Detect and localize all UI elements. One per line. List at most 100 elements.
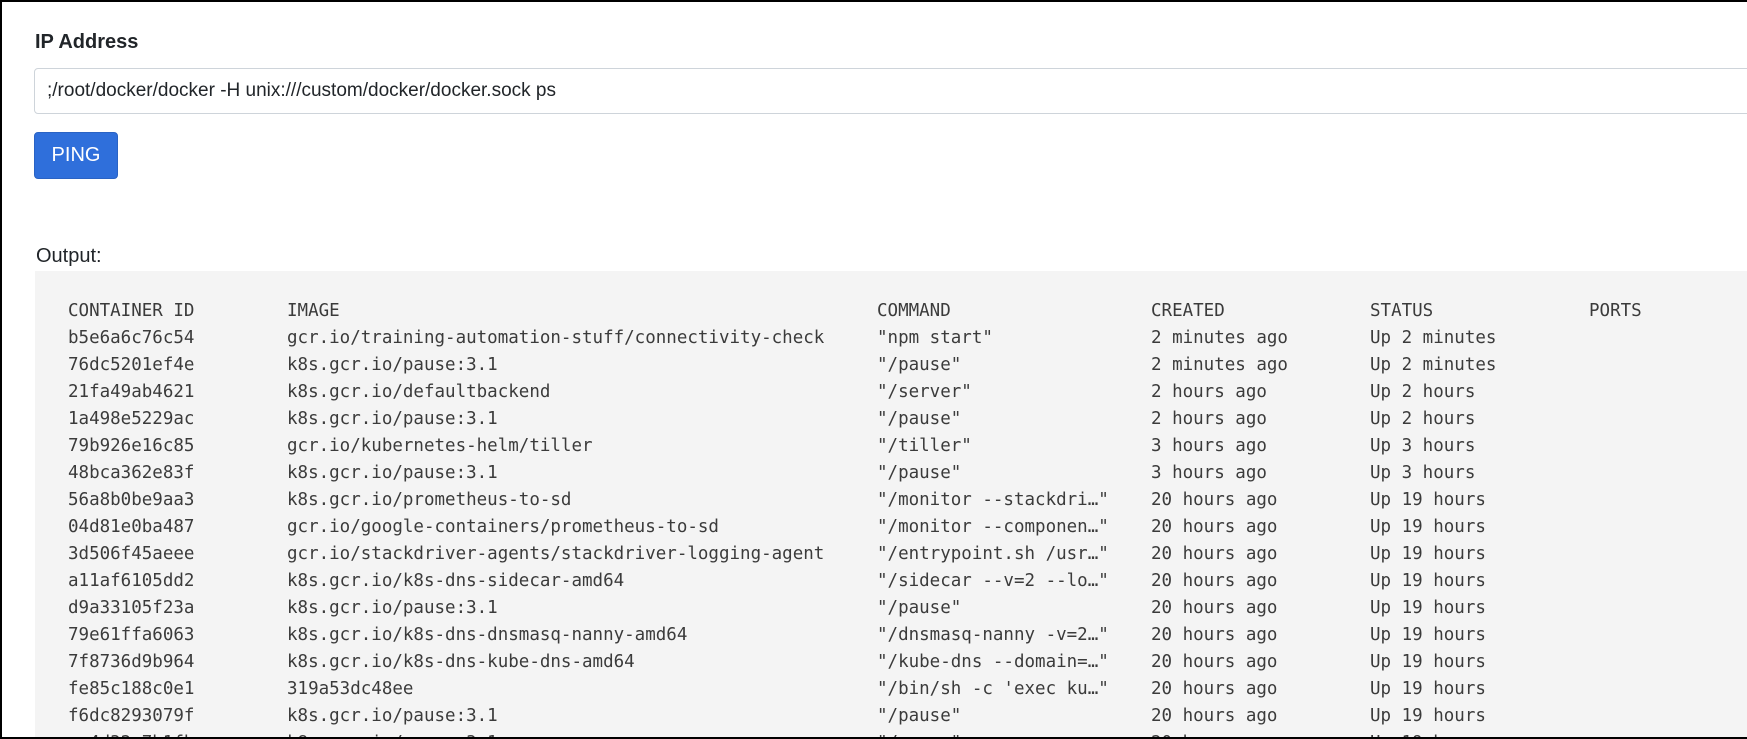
cell-container-id: a11af6105dd2: [68, 570, 195, 591]
cell-container-id: 3d506f45aeee: [68, 543, 195, 564]
column-header-container-id: CONTAINER ID: [68, 300, 195, 321]
cell-status: Up 2 minutes: [1370, 354, 1497, 375]
cell-container-id: 48bca362e83f: [68, 462, 195, 483]
cell-ports: [1589, 459, 1739, 486]
cell-created: 2 minutes ago: [1151, 354, 1288, 375]
cell-container-id: b5e6a6c76c54: [68, 327, 195, 348]
cell-ports: [1589, 648, 1739, 675]
cell-status: Up 19 hours: [1370, 729, 1589, 738]
cell-image: gcr.io/google-containers/prometheus-to-s…: [287, 516, 719, 537]
cell-image: k8s.gcr.io/pause:3.1: [287, 729, 877, 738]
cell-container-id: 04d81e0ba487: [68, 516, 195, 537]
cell-status: Up 19 hours: [1370, 624, 1486, 645]
cell-status: Up 3 hours: [1370, 435, 1476, 456]
cell-ports: [1589, 513, 1739, 540]
cell-image: k8s.gcr.io/pause:3.1: [287, 705, 498, 726]
cell-command: "/pause": [877, 354, 962, 375]
cell-command: "/server": [877, 381, 972, 402]
cell-ports: [1589, 675, 1739, 702]
cell-ports: [1589, 729, 1739, 737]
cell-created: 20 hours ago: [1151, 678, 1278, 699]
ip-address-label: IP Address: [35, 31, 139, 53]
cell-command: "/monitor --stackdri…": [877, 489, 1109, 510]
cell-status: Up 19 hours: [1370, 516, 1486, 537]
cell-command: "/dnsmasq-nanny -v=2…": [877, 624, 1109, 645]
column-header-command: COMMAND: [877, 300, 951, 321]
page-frame: IP Address PING Output: CONTAINER ID IMA…: [2, 2, 1747, 737]
cell-created: 3 hours ago: [1151, 462, 1267, 483]
cell-container-id: fe85c188c0e1: [68, 678, 195, 699]
cell-command: "/kube-dns --domain=…": [877, 651, 1109, 672]
cell-created: 2 minutes ago: [1151, 327, 1288, 348]
cell-created: 3 hours ago: [1151, 435, 1267, 456]
cell-created: 20 hours ago: [1151, 729, 1370, 738]
cell-created: 2 hours ago: [1151, 381, 1267, 402]
cell-command: "/pause": [877, 705, 962, 726]
cell-image: k8s.gcr.io/pause:3.1: [287, 408, 498, 429]
cell-created: 20 hours ago: [1151, 624, 1278, 645]
cell-created: 20 hours ago: [1151, 570, 1278, 591]
table-row: fe85c188c0e1 319a53dc48ee "/bin/sh -c 'exe…: [68, 675, 1739, 702]
cell-ports: [1589, 702, 1739, 729]
cell-status: Up 2 minutes: [1370, 327, 1497, 348]
cell-image: k8s.gcr.io/k8s-dns-dnsmasq-nanny-amd64: [287, 624, 688, 645]
cell-command: "/tiller": [877, 435, 972, 456]
cell-command: "/pause": [877, 462, 962, 483]
table-row: 3d506f45aeee gcr.io/stackdriver-agents/st…: [68, 540, 1739, 567]
table-row: 48bca362e83f k8s.gcr.io/pause:3.1 "/pause"…: [68, 459, 1739, 486]
cell-created: 20 hours ago: [1151, 597, 1278, 618]
cell-status: Up 19 hours: [1370, 570, 1486, 591]
cell-status: Up 19 hours: [1370, 597, 1486, 618]
cell-command: "/bin/sh -c 'exec ku…": [877, 678, 1109, 699]
cell-image: 319a53dc48ee: [287, 678, 414, 699]
cell-image: gcr.io/stackdriver-agents/stackdriver-lo…: [287, 543, 825, 564]
table-row: ce4d32c7b1fbk8s.gcr.io/pause:3.1"/pause"…: [68, 729, 1739, 738]
ip-address-input[interactable]: [34, 68, 1747, 114]
cell-container-id: ce4d32c7b1fb: [68, 729, 287, 738]
cell-ports: [1589, 621, 1739, 648]
cell-container-id: 7f8736d9b964: [68, 651, 195, 672]
cell-command: "/sidecar --v=2 --lo…": [877, 570, 1109, 591]
cell-image: k8s.gcr.io/prometheus-to-sd: [287, 489, 572, 510]
column-header-ports: PORTS: [1589, 300, 1642, 321]
cell-command: "/entrypoint.sh /usr…": [877, 543, 1109, 564]
table-row: 1a498e5229ac k8s.gcr.io/pause:3.1 "/pause"…: [68, 405, 1739, 432]
cell-ports: [1589, 378, 1739, 405]
cell-container-id: 1a498e5229ac: [68, 408, 195, 429]
ping-button[interactable]: PING: [34, 132, 118, 179]
ps-output-table: CONTAINER ID IMAGE COMMAND CREATED STATU…: [68, 297, 1739, 738]
cell-image: gcr.io/kubernetes-helm/tiller: [287, 435, 593, 456]
column-header-image: IMAGE: [287, 300, 340, 321]
cell-container-id: d9a33105f23a: [68, 597, 195, 618]
cell-ports: [1589, 594, 1739, 621]
cell-image: k8s.gcr.io/k8s-dns-sidecar-amd64: [287, 570, 625, 591]
cell-created: 20 hours ago: [1151, 705, 1278, 726]
cell-created: 2 hours ago: [1151, 408, 1267, 429]
cell-ports: [1589, 324, 1739, 351]
cell-command: "/pause": [877, 597, 962, 618]
cell-status: Up 19 hours: [1370, 543, 1486, 564]
cell-status: Up 2 hours: [1370, 381, 1476, 402]
column-header-status: STATUS: [1370, 300, 1434, 321]
table-row: b5e6a6c76c54 gcr.io/training-automation-s…: [68, 324, 1739, 351]
cell-ports: [1589, 567, 1739, 594]
cell-container-id: 79b926e16c85: [68, 435, 195, 456]
cell-created: 20 hours ago: [1151, 651, 1278, 672]
cell-ports: [1589, 486, 1739, 513]
cell-ports: [1589, 351, 1739, 378]
cell-image: k8s.gcr.io/pause:3.1: [287, 462, 498, 483]
table-row: d9a33105f23a k8s.gcr.io/pause:3.1 "/pause"…: [68, 594, 1739, 621]
cell-created: 20 hours ago: [1151, 543, 1278, 564]
cell-container-id: 79e61ffa6063: [68, 624, 195, 645]
cell-command: "/monitor --componen…": [877, 516, 1109, 537]
table-row: 79b926e16c85 gcr.io/kubernetes-helm/tille…: [68, 432, 1739, 459]
output-panel: CONTAINER ID IMAGE COMMAND CREATED STATU…: [35, 271, 1747, 737]
cell-created: 20 hours ago: [1151, 489, 1278, 510]
table-row: 7f8736d9b964 k8s.gcr.io/k8s-dns-kube-dns-…: [68, 648, 1739, 675]
cell-ports: [1589, 540, 1739, 567]
cell-command: "/pause": [877, 729, 1151, 738]
table-header-row: CONTAINER ID IMAGE COMMAND CREATED STATU…: [68, 297, 1739, 324]
cell-command: "/pause": [877, 408, 962, 429]
cell-status: Up 19 hours: [1370, 489, 1486, 510]
cell-status: Up 19 hours: [1370, 705, 1486, 726]
